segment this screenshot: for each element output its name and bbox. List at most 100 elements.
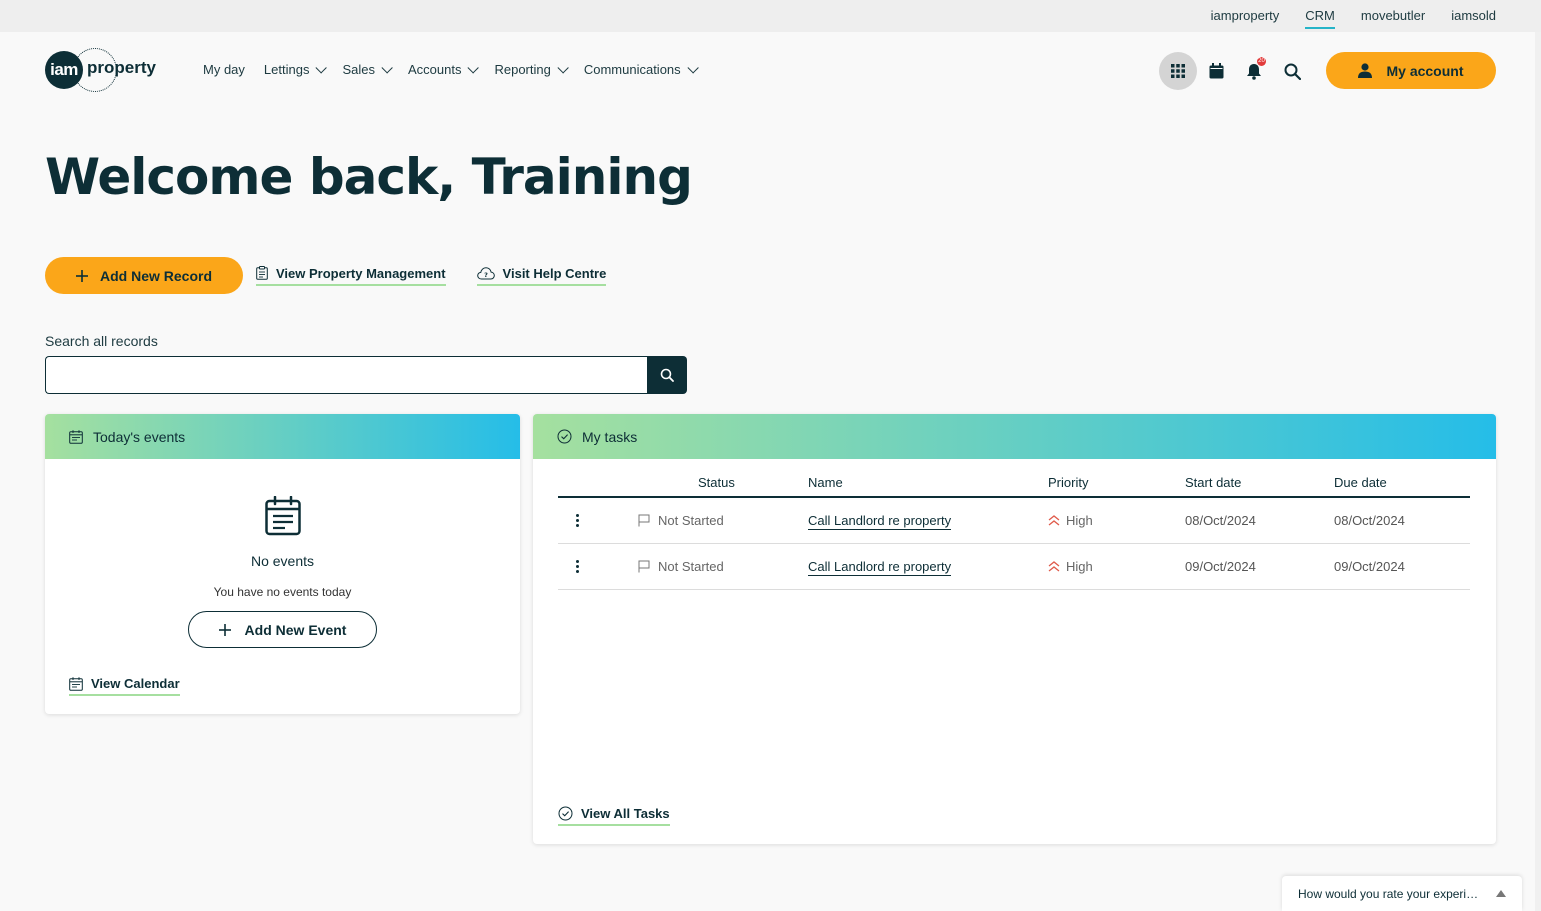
view-calendar-label: View Calendar [91,676,180,691]
search-input[interactable] [45,356,647,394]
chevron-down-icon [687,61,699,74]
add-new-record-button[interactable]: Add New Record [45,257,243,294]
row-menu-icon[interactable] [558,513,596,527]
logo-badge: iam [45,51,83,89]
search-icon [660,368,674,382]
nav-label: Reporting [494,62,551,77]
product-link-movebutler[interactable]: movebutler [1361,6,1425,26]
product-link-crm[interactable]: CRM [1305,6,1335,29]
nav-label: Accounts [407,62,462,77]
col-start-date[interactable]: Start date [1185,469,1334,498]
priority-high-icon [1048,560,1060,572]
logo-word: property [87,58,156,77]
todays-events-title: Today's events [93,428,186,445]
nav-label: Sales [342,62,375,77]
user-icon [1358,63,1373,78]
col-priority[interactable]: Priority [1048,469,1185,498]
calendar-icon [69,429,83,444]
main-header: iam property My day Lettings Sales Accou… [0,32,1541,110]
svg-text:?: ? [484,271,488,279]
quick-actions: Add New Record View Property Management … [45,257,607,294]
priority-text: High [1066,512,1093,528]
search-submit-button[interactable] [647,356,687,394]
priority-cell: High [1048,559,1185,574]
visit-help-centre-label: Visit Help Centre [502,265,607,281]
table-row: Not Started Call Landlord re property Hi… [558,543,1470,590]
todays-events-header: Today's events [45,414,520,459]
chevron-down-icon [381,61,393,74]
apps-button[interactable] [1159,52,1197,90]
search-label: Search all records [45,333,158,349]
status-cell: Not Started [638,513,808,528]
my-account-button[interactable]: My account [1326,52,1496,89]
task-name-link[interactable]: Call Landlord re property [808,558,952,576]
view-calendar-link[interactable]: View Calendar [69,676,180,696]
flag-icon [638,514,650,527]
view-all-tasks-link[interactable]: View All Tasks [558,806,670,826]
nav-item-sales[interactable]: Sales [342,61,393,77]
tasks-table: Status Name Priority Start date Due date… [558,469,1470,590]
flag-icon [638,560,650,572]
due-date: 09/Oct/2024 [1334,543,1470,590]
start-date: 08/Oct/2024 [1185,497,1334,544]
search-button[interactable] [1273,52,1311,90]
add-new-event-button[interactable]: Add New Event [188,611,377,648]
status-cell: Not Started [638,559,808,574]
my-tasks-title: My tasks [582,428,638,445]
tasks-header-row: Status Name Priority Start date Due date [558,469,1470,498]
task-name-link[interactable]: Call Landlord re property [808,512,952,530]
col-actions [558,469,638,498]
no-events-state: No events You have no events today Add N… [45,495,520,648]
nav-item-my-day[interactable]: My day [203,62,245,77]
my-tasks-card: My tasks Status Name Priority Start date… [533,414,1496,844]
my-tasks-header: My tasks [533,414,1496,459]
search-bar [45,356,687,394]
nav-item-lettings[interactable]: Lettings [263,61,328,77]
priority-text: High [1066,558,1093,574]
no-events-title: No events [250,553,315,569]
search-icon [1284,63,1301,80]
col-due-date[interactable]: Due date [1334,469,1470,498]
nav-item-reporting[interactable]: Reporting [494,61,569,77]
nav-item-accounts[interactable]: Accounts [407,61,480,77]
priority-high-icon [1048,514,1060,526]
add-new-event-label: Add New Event [244,621,347,638]
priority-cell: High [1048,513,1185,528]
plus-icon [75,269,88,282]
main-nav: My day Lettings Sales Accounts Reporting… [203,61,714,77]
notification-badge: 20 [1257,57,1266,66]
header-icons: 20 [1159,52,1311,90]
calendar-icon [69,676,83,691]
page-title: Welcome back, Training [45,148,693,206]
grid-icon [1171,64,1185,78]
table-row: Not Started Call Landlord re property Hi… [558,497,1470,544]
check-circle-icon [558,806,573,821]
row-menu-icon[interactable] [558,559,596,573]
view-all-tasks-label: View All Tasks [581,806,670,821]
product-link-iamproperty[interactable]: iamproperty [1211,6,1280,26]
notifications-button[interactable]: 20 [1235,52,1273,90]
feedback-text: How would you rate your experience? [1298,886,1483,901]
nav-label: Communications [583,62,681,77]
plus-icon [218,623,231,636]
add-new-record-label: Add New Record [99,267,212,284]
clipboard-icon [256,266,268,280]
view-property-management-link[interactable]: View Property Management [256,266,446,286]
status-text: Not Started [658,512,724,528]
nav-item-communications[interactable]: Communications [583,61,699,77]
view-property-management-label: View Property Management [276,265,446,281]
col-name[interactable]: Name [808,469,1048,498]
my-account-label: My account [1386,62,1464,79]
product-switcher: iamproperty CRM movebutler iamsold [0,0,1541,32]
check-circle-icon [557,429,572,444]
feedback-widget[interactable]: How would you rate your experience? [1282,876,1522,911]
calendar-button[interactable] [1197,52,1235,90]
scrollbar[interactable] [1535,32,1541,911]
start-date: 09/Oct/2024 [1185,543,1334,590]
logo[interactable]: iam property [45,48,160,92]
due-date: 08/Oct/2024 [1334,497,1470,544]
product-link-iamsold[interactable]: iamsold [1451,6,1496,26]
nav-label: Lettings [263,62,310,77]
col-status[interactable]: Status [638,469,808,498]
visit-help-centre-link[interactable]: ? Visit Help Centre [476,265,607,286]
